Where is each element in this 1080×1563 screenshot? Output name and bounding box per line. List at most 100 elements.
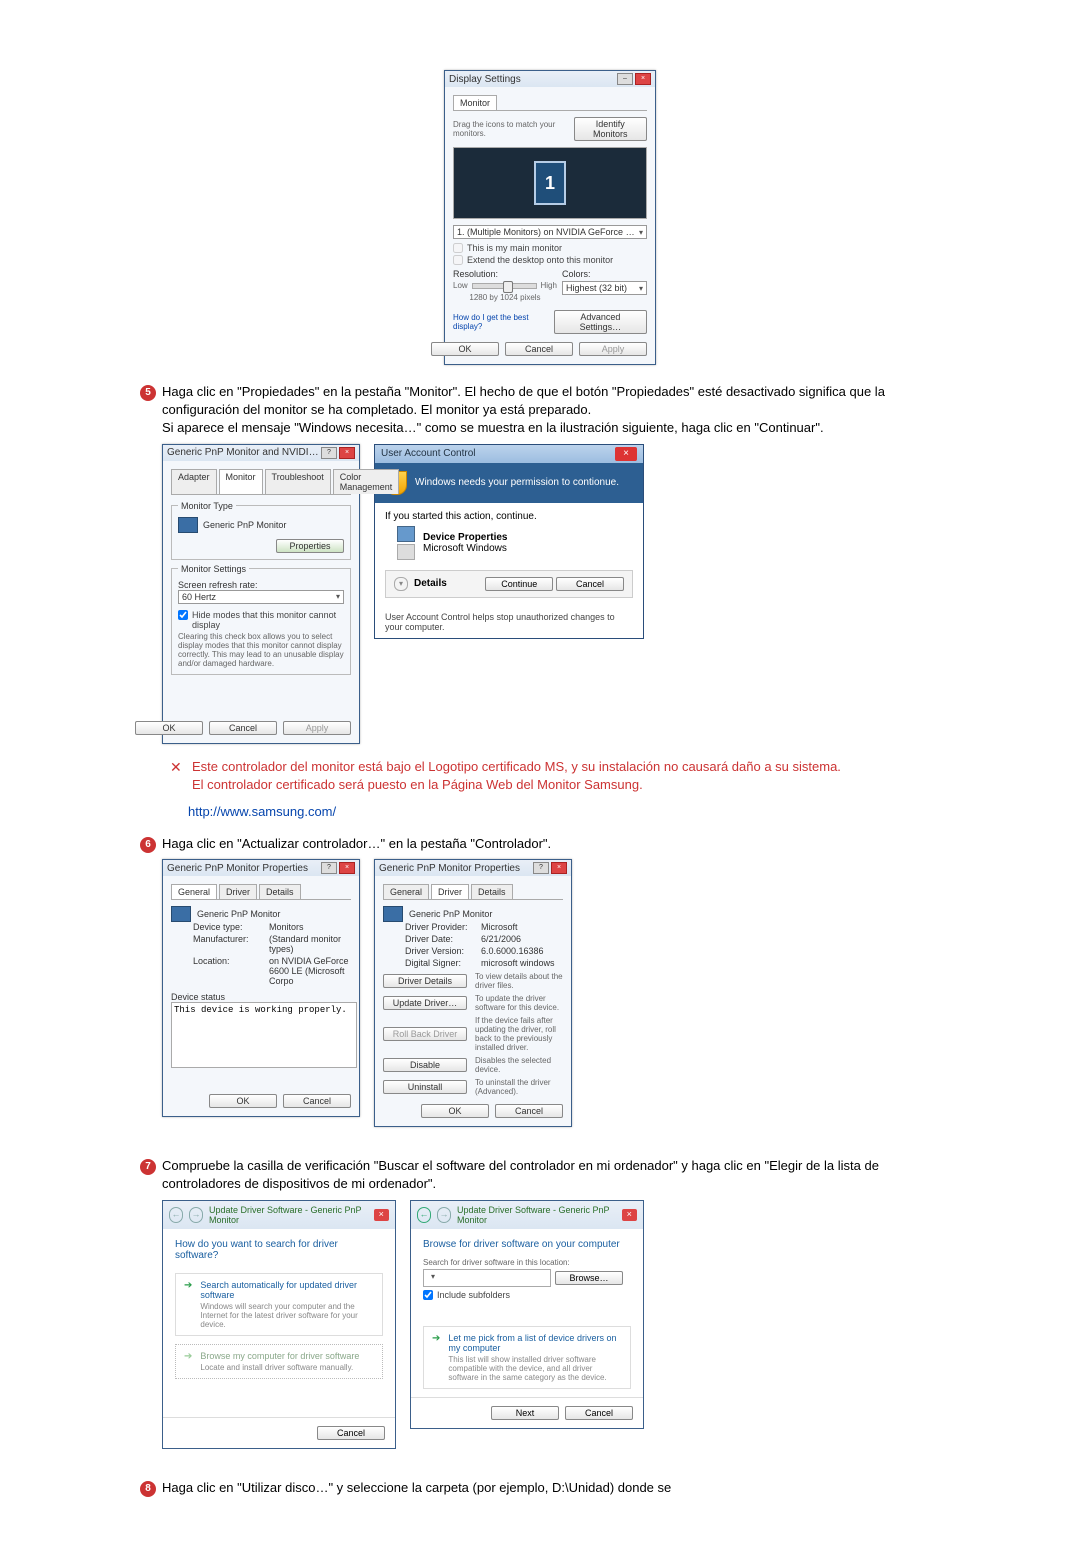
arrow-icon: ➔ xyxy=(184,1280,192,1329)
close-button[interactable]: × xyxy=(635,73,651,85)
ok-button[interactable]: OK xyxy=(421,1104,489,1118)
properties-button[interactable]: Properties xyxy=(276,539,344,553)
identify-monitors-button[interactable]: Identify Monitors xyxy=(574,117,648,141)
next-button[interactable]: Next xyxy=(491,1406,559,1420)
monitor-icon xyxy=(383,906,403,922)
close-button[interactable]: × xyxy=(615,447,637,461)
apply-button: Apply xyxy=(579,342,647,356)
cancel-button[interactable]: Cancel xyxy=(565,1406,633,1420)
update-driver-wizard-2: ← → Update Driver Software - Generic PnP… xyxy=(410,1200,644,1429)
resolution-slider[interactable] xyxy=(472,283,537,289)
note-icon: ✕ xyxy=(170,759,186,776)
back-button[interactable]: ← xyxy=(417,1207,431,1223)
monitor-1-icon[interactable]: 1 xyxy=(534,161,566,205)
cancel-button[interactable]: Cancel xyxy=(556,577,624,591)
advanced-settings-button[interactable]: Advanced Settings… xyxy=(554,310,647,334)
tab-monitor[interactable]: Monitor xyxy=(453,95,497,110)
path-input[interactable] xyxy=(423,1269,551,1287)
uac-footer: User Account Control helps stop unauthor… xyxy=(375,606,643,638)
step-8-text: Haga clic en "Utilizar disco…" y selecci… xyxy=(162,1480,671,1495)
forward-button: → xyxy=(189,1207,203,1223)
cancel-button[interactable]: Cancel xyxy=(209,721,277,735)
wizard-heading: Browse for driver software on your compu… xyxy=(411,1229,643,1254)
close-button[interactable]: × xyxy=(622,1209,637,1221)
step-6-bullet: 6 xyxy=(140,837,156,853)
monitor-preview[interactable]: 1 xyxy=(453,147,647,219)
tab-driver[interactable]: Driver xyxy=(431,884,469,899)
uac-headline: Windows needs your permission to contion… xyxy=(415,477,619,488)
monitor-properties-dialog: Generic PnP Monitor and NVIDIA GeForce 6… xyxy=(162,444,360,744)
tab-driver[interactable]: Driver xyxy=(219,884,257,899)
colors-select[interactable]: Highest (32 bit) xyxy=(562,281,647,295)
tab-troubleshoot[interactable]: Troubleshoot xyxy=(265,469,331,494)
device-name: Generic PnP Monitor xyxy=(197,909,280,919)
wizard-crumb: Update Driver Software - Generic PnP Mon… xyxy=(457,1205,616,1225)
help-button[interactable]: ? xyxy=(321,447,337,459)
search-location-label: Search for driver software in this locat… xyxy=(423,1258,631,1267)
tab-general[interactable]: General xyxy=(383,884,429,899)
resolution-label: Resolution: xyxy=(453,269,557,279)
uac-details[interactable]: Details xyxy=(414,578,447,589)
disable-button[interactable]: Disable xyxy=(383,1058,467,1072)
uac-if-started: If you started this action, continue. xyxy=(385,511,633,522)
note-line-2: El controlador certificado será puesto e… xyxy=(192,777,643,792)
colors-label: Colors: xyxy=(562,269,647,279)
arrow-icon: ➔ xyxy=(432,1333,440,1382)
ok-button[interactable]: OK xyxy=(135,721,203,735)
device-status-label: Device status xyxy=(171,992,351,1002)
close-button[interactable]: × xyxy=(339,862,355,874)
driver-details-button[interactable]: Driver Details xyxy=(383,974,467,988)
uac-dialog: User Account Control × Windows needs you… xyxy=(374,444,644,639)
cancel-button[interactable]: Cancel xyxy=(495,1104,563,1118)
monitor-icon xyxy=(171,906,191,922)
resolution-value: 1280 by 1024 pixels xyxy=(453,293,557,302)
forward-button: → xyxy=(437,1207,451,1223)
app-icon xyxy=(397,526,415,542)
ok-button[interactable]: OK xyxy=(209,1094,277,1108)
samsung-link[interactable]: http://www.samsung.com/ xyxy=(188,804,336,819)
option-browse-computer[interactable]: ➔ Browse my computer for driver software… xyxy=(175,1344,383,1379)
tab-adapter[interactable]: Adapter xyxy=(171,469,217,494)
update-driver-button[interactable]: Update Driver… xyxy=(383,996,467,1010)
hide-modes-checkbox[interactable]: Hide modes that this monitor cannot disp… xyxy=(178,610,344,630)
uac-publisher: Microsoft Windows xyxy=(423,543,508,554)
help-button[interactable]: ? xyxy=(321,862,337,874)
step-7-bullet: 7 xyxy=(140,1159,156,1175)
step-7-text: Compruebe la casilla de verificación "Bu… xyxy=(162,1158,879,1191)
help-button[interactable]: ? xyxy=(533,862,549,874)
update-driver-wizard-1: ← → Update Driver Software - Generic PnP… xyxy=(162,1200,396,1449)
include-subfolders-checkbox[interactable]: Include subfolders xyxy=(423,1290,631,1300)
main-monitor-checkbox: This is my main monitor xyxy=(453,243,647,253)
continue-button[interactable]: Continue xyxy=(485,577,553,591)
refresh-rate-label: Screen refresh rate: xyxy=(178,580,344,590)
browse-button[interactable]: Browse… xyxy=(555,1271,623,1285)
option-search-auto[interactable]: ➔ Search automatically for updated drive… xyxy=(175,1273,383,1336)
ok-button[interactable]: OK xyxy=(431,342,499,356)
device-name: Generic PnP Monitor xyxy=(409,909,492,919)
chevron-down-icon[interactable]: ▾ xyxy=(394,577,408,591)
cancel-button[interactable]: Cancel xyxy=(283,1094,351,1108)
option-pick-from-list[interactable]: ➔ Let me pick from a list of device driv… xyxy=(423,1326,631,1389)
close-button[interactable]: × xyxy=(551,862,567,874)
cancel-button[interactable]: Cancel xyxy=(317,1426,385,1440)
tab-monitor[interactable]: Monitor xyxy=(219,469,263,494)
step-5-bullet: 5 xyxy=(140,385,156,401)
tab-details[interactable]: Details xyxy=(471,884,513,899)
close-button[interactable]: × xyxy=(339,447,355,459)
uninstall-button[interactable]: Uninstall xyxy=(383,1080,467,1094)
dialog-title: Generic PnP Monitor and NVIDIA GeForce 6… xyxy=(167,447,321,458)
uac-app-name: Device Properties xyxy=(423,532,508,543)
monitor-type-name: Generic PnP Monitor xyxy=(203,520,286,530)
refresh-rate-select[interactable]: 60 Hertz xyxy=(178,590,344,604)
close-button[interactable]: × xyxy=(374,1209,389,1221)
tab-general[interactable]: General xyxy=(171,884,217,899)
wizard-question: How do you want to search for driver sof… xyxy=(163,1229,395,1265)
extend-desktop-checkbox: Extend the desktop onto this monitor xyxy=(453,255,647,265)
display-device-select[interactable]: 1. (Multiple Monitors) on NVIDIA GeForce… xyxy=(453,225,647,239)
minimize-button[interactable]: – xyxy=(617,73,633,85)
tab-details[interactable]: Details xyxy=(259,884,301,899)
rollback-driver-button: Roll Back Driver xyxy=(383,1027,467,1041)
tab-color-mgmt[interactable]: Color Management xyxy=(333,469,400,494)
cancel-button[interactable]: Cancel xyxy=(505,342,573,356)
best-display-link[interactable]: How do I get the best display? xyxy=(453,313,549,331)
